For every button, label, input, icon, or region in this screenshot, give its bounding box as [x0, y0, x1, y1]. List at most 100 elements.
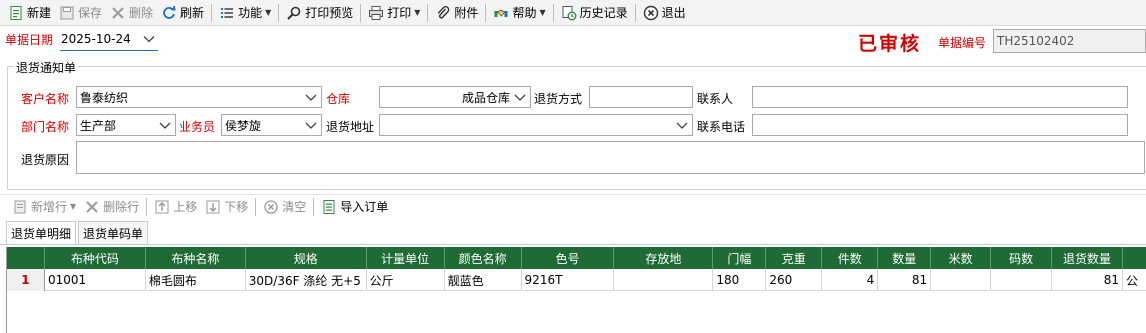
toolbar-divider — [360, 3, 362, 22]
cell-pieces[interactable]: 4 — [822, 269, 879, 291]
tab-label: 退货单码单 — [83, 226, 144, 241]
return-method-label: 退货方式 — [534, 92, 583, 106]
table-row[interactable]: 1 01001 棉毛圆布 30D/36F 涤纶 无+5 公斤 靓蓝色 9216T… — [7, 269, 1146, 291]
return-method-input[interactable] — [589, 86, 693, 108]
column-header[interactable]: 门幅 — [713, 247, 767, 269]
cell-width[interactable]: 180 — [713, 269, 767, 291]
chevron-down-icon — [676, 122, 688, 129]
chevron-down-icon — [143, 36, 155, 43]
exit-circle-x-icon — [643, 5, 659, 21]
dropdown-caret-icon: ▼ — [265, 8, 272, 17]
column-header[interactable]: 件数 — [822, 247, 879, 269]
cell-yards[interactable] — [991, 269, 1053, 291]
column-header[interactable]: 退货数量 — [1052, 247, 1124, 269]
move-down-label: 下移 — [224, 200, 249, 214]
cell-unit[interactable]: 公斤 — [367, 269, 445, 291]
toolbar-divider — [552, 3, 554, 22]
toolbar-divider — [211, 3, 213, 22]
cell-quantity[interactable]: 81 — [878, 269, 932, 291]
column-header[interactable]: 计量单位 — [367, 247, 445, 269]
delete-x-icon — [84, 199, 100, 215]
print-button[interactable]: 打印 ▼ — [364, 2, 424, 24]
history-button[interactable]: 历史记录 — [557, 2, 632, 24]
column-header[interactable]: 数量 — [878, 247, 932, 269]
move-up-label: 上移 — [173, 200, 198, 214]
clear-label: 清空 — [282, 200, 307, 214]
dept-select[interactable]: 生产部 — [76, 114, 176, 136]
column-header[interactable] — [1123, 247, 1146, 269]
cell-color-code[interactable]: 9216T — [522, 269, 615, 291]
move-up-button[interactable]: 上移 — [150, 196, 201, 218]
toolbar-divider — [313, 197, 315, 216]
docno-value: TH25102402 — [997, 34, 1075, 48]
column-header[interactable]: 米数 — [931, 247, 992, 269]
toolbar-divider — [278, 3, 280, 22]
chevron-down-icon — [305, 122, 317, 129]
warehouse-label: 仓库 — [326, 92, 351, 106]
cell-fabric-name[interactable]: 棉毛圆布 — [146, 269, 246, 291]
help-menu-button[interactable]: 帮助 ▼ — [489, 2, 549, 24]
tab-label: 退货单明细 — [11, 226, 72, 241]
reason-label: 退货原因 — [21, 153, 70, 167]
toolbar-divider — [146, 197, 148, 216]
reason-textarea[interactable] — [76, 141, 1145, 174]
cell-fabric-code[interactable]: 01001 — [45, 269, 146, 291]
new-button[interactable]: 新建 — [4, 2, 55, 24]
function-menu-button[interactable]: 功能 ▼ — [215, 2, 275, 24]
paperclip-icon — [435, 5, 451, 21]
date-label: 单据日期 — [5, 33, 54, 47]
cell-weight[interactable]: 260 — [766, 269, 823, 291]
warehouse-select[interactable]: 成品仓库 — [379, 86, 531, 108]
column-header[interactable]: 布种代码 — [45, 247, 146, 269]
return-addr-select[interactable] — [379, 114, 693, 136]
delete-row-button[interactable]: 删除行 — [80, 196, 143, 218]
clear-button[interactable]: 清空 — [259, 196, 310, 218]
dropdown-caret-icon: ▼ — [414, 8, 421, 17]
attachment-button[interactable]: 附件 — [431, 2, 482, 24]
contact-input[interactable] — [752, 86, 1128, 108]
column-header[interactable]: 布种名称 — [146, 247, 246, 269]
date-picker[interactable]: 2025-10-24 — [60, 27, 158, 51]
salesman-value: 侯梦旋 — [225, 118, 262, 133]
toolbar-divider — [485, 3, 487, 22]
exit-label: 退出 — [661, 6, 686, 20]
column-header[interactable]: 色号 — [522, 247, 615, 269]
cell-truncated[interactable]: 公 — [1123, 269, 1146, 291]
magnifier-icon — [286, 5, 302, 21]
add-row-button[interactable]: 新增行 ▼ — [8, 196, 80, 218]
move-down-button[interactable]: 下移 — [201, 196, 252, 218]
tab-return-codes[interactable]: 退货单码单 — [78, 221, 149, 244]
exit-button[interactable]: 退出 — [639, 2, 690, 24]
row-number: 1 — [7, 269, 45, 291]
cell-spec[interactable]: 30D/36F 涤纶 无+5 — [246, 269, 367, 291]
grid-header: 布种代码 布种名称 规格 计量单位 颜色名称 色号 存放地 门幅 克重 件数 数… — [7, 247, 1146, 269]
cell-return-qty[interactable]: 81 — [1052, 269, 1124, 291]
cell-location[interactable] — [614, 269, 714, 291]
column-header[interactable]: 码数 — [991, 247, 1053, 269]
delete-button[interactable]: 删除 — [106, 2, 157, 24]
customer-select[interactable]: 鲁泰纺织 — [76, 86, 322, 108]
tab-return-detail[interactable]: 退货单明细 — [6, 221, 77, 244]
refresh-button[interactable]: 刷新 — [157, 2, 208, 24]
column-header[interactable]: 克重 — [766, 247, 823, 269]
attachment-label: 附件 — [454, 6, 479, 20]
salesman-select[interactable]: 侯梦旋 — [221, 114, 322, 136]
group-title: 退货通知单 — [14, 59, 79, 76]
phone-input[interactable] — [752, 114, 1128, 136]
cell-meters[interactable] — [931, 269, 992, 291]
phone-label: 联系电话 — [697, 120, 746, 134]
import-order-button[interactable]: 导入订单 — [317, 196, 392, 218]
column-header[interactable]: 规格 — [246, 247, 367, 269]
main-toolbar: 新建 保存 删除 刷新 功能 ▼ 打印预览 打印 ▼ 附件 帮助 ▼ 历史记录 … — [0, 0, 1146, 26]
add-row-icon — [12, 199, 28, 215]
import-doc-icon — [321, 199, 337, 215]
column-header[interactable]: 存放地 — [614, 247, 714, 269]
list-icon — [219, 5, 235, 21]
grid-toolbar: 新增行 ▼ 删除行 上移 下移 清空 导入订单 — [0, 194, 1146, 218]
detail-tabs: 退货单明细 退货单码单 — [6, 221, 150, 244]
save-button[interactable]: 保存 — [55, 2, 106, 24]
save-label: 保存 — [78, 6, 103, 20]
column-header[interactable]: 颜色名称 — [445, 247, 522, 269]
print-preview-button[interactable]: 打印预览 — [282, 2, 357, 24]
cell-color-name[interactable]: 靓蓝色 — [445, 269, 522, 291]
